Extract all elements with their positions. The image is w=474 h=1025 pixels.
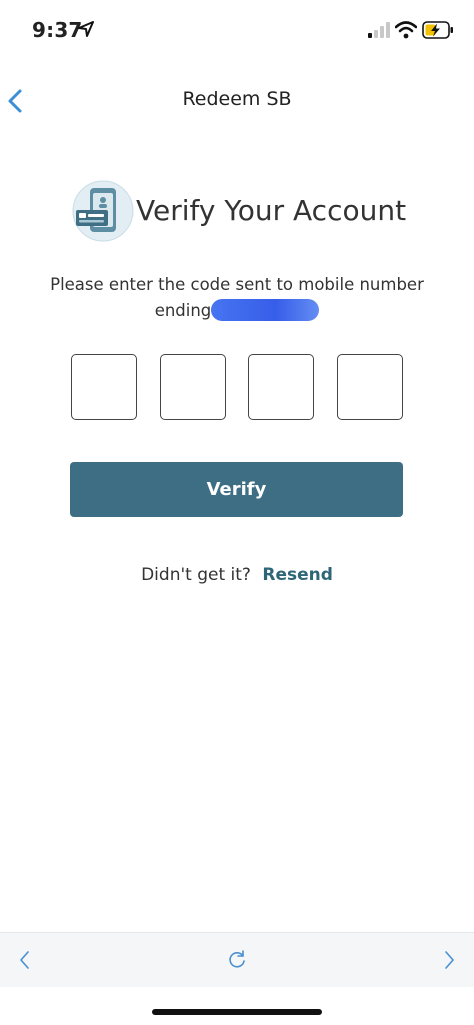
verify-header: Verify Your Account [72,180,412,244]
resend-link[interactable]: Resend [262,565,333,585]
instructions-line-2: ending [154,301,212,320]
redacted-phone-number [211,298,320,321]
code-digit-1-input[interactable] [71,354,137,420]
wifi-icon [395,21,417,39]
resend-prompt: Didn't get it? [141,565,251,585]
instructions-line-1: Please enter the code sent to mobile num… [50,275,424,294]
resend-row: Didn't get it? Resend [0,565,474,585]
status-bar: 9:37 [0,0,474,60]
phone-id-card-icon [72,180,134,242]
code-digit-3-input[interactable] [248,354,315,420]
instructions-line-2-row: ending [40,298,434,324]
code-digit-2-input[interactable] [159,354,226,420]
battery-charging-icon [422,21,453,39]
location-arrow-icon [78,21,94,37]
verify-title: Verify Your Account [136,194,407,227]
home-indicator[interactable] [152,1009,322,1015]
forward-arrow-icon[interactable] [440,947,458,973]
code-input-group [71,354,403,422]
verify-button-label: Verify [206,479,267,500]
code-digit-4-input[interactable] [336,354,403,420]
reload-icon[interactable] [226,947,248,971]
verify-button[interactable]: Verify [70,462,403,517]
page-title: Redeem SB [182,88,292,110]
cellular-signal-icon [368,22,390,38]
instructions-text: Please enter the code sent to mobile num… [40,272,434,324]
back-arrow-icon[interactable] [16,947,34,973]
nav-bar: Redeem SB [0,78,474,122]
browser-toolbar [0,932,474,987]
status-time: 9:37 [32,18,83,42]
